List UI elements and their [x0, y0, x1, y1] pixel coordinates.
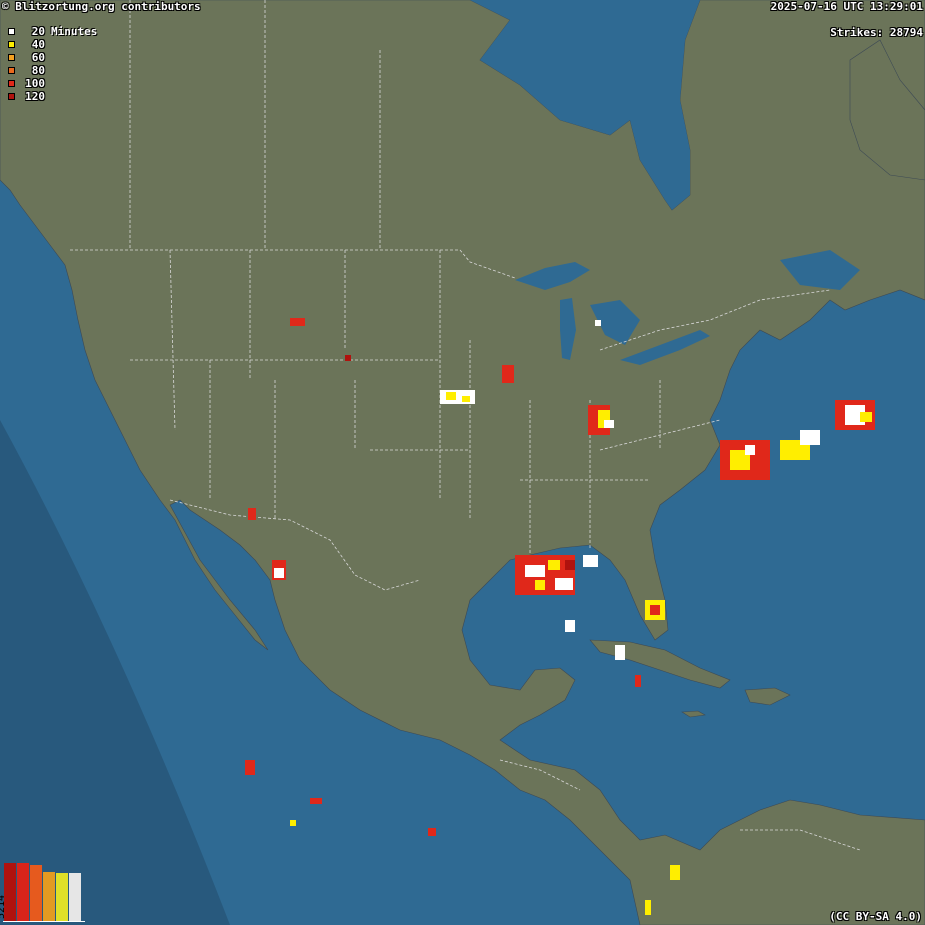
- legend-row: 80: [8, 64, 97, 77]
- histogram-bar: [30, 865, 42, 921]
- legend-row: 100: [8, 77, 97, 90]
- legend-swatch: [8, 54, 15, 61]
- copyright-credit: © Blitzortung.org contributors: [2, 0, 201, 13]
- strike-cluster-gulf: [515, 555, 575, 595]
- legend-swatch: [8, 41, 15, 48]
- legend-swatch: [8, 93, 15, 100]
- legend-swatch: [8, 80, 15, 87]
- legend-label: 20: [31, 25, 45, 38]
- histogram-bar: [69, 873, 81, 921]
- histogram-bar: [56, 873, 68, 921]
- legend-row: 120: [8, 90, 97, 103]
- strike-count: Strikes: 28794: [830, 26, 923, 39]
- timestamp: 2025-07-16 UTC 13:29:01: [770, 0, 923, 13]
- strike-histogram: 5214: [0, 863, 85, 922]
- legend-row: 40: [8, 38, 97, 51]
- time-legend: 20 Minutes 40 60 80 100 120: [8, 25, 97, 103]
- license-label: (CC BY-SA 4.0): [829, 910, 922, 923]
- legend-label: 120: [25, 90, 45, 103]
- legend-label: 80: [31, 64, 45, 77]
- legend-swatch: [8, 67, 15, 74]
- histogram-bar: [17, 863, 29, 921]
- legend-swatch: [8, 28, 15, 35]
- histogram-bar: [43, 872, 55, 921]
- strike-cluster-iowa: [502, 365, 514, 383]
- lightning-map[interactable]: [0, 0, 925, 925]
- legend-label: 40: [31, 38, 45, 51]
- strike-cluster-nebraska: [440, 390, 475, 404]
- legend-label: 60: [31, 51, 45, 64]
- legend-row: 20 Minutes: [8, 25, 97, 38]
- legend-unit: Minutes: [51, 25, 98, 38]
- legend-label: 100: [25, 77, 45, 90]
- legend-row: 60: [8, 51, 97, 64]
